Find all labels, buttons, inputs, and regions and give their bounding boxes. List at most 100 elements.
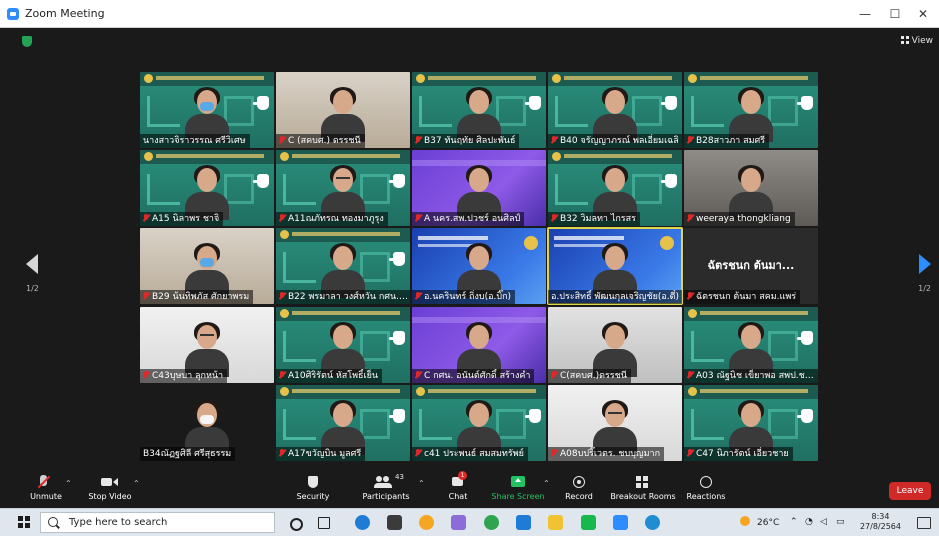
participant-tile[interactable]: B32 วิมลทา ไกรสร: [548, 150, 682, 226]
participant-video: [457, 243, 501, 298]
unmute-button[interactable]: Unmute: [28, 475, 64, 501]
reactions-button[interactable]: Reactions: [686, 475, 726, 501]
stop-video-button[interactable]: Stop Video: [87, 475, 133, 501]
previous-page-arrow-icon[interactable]: [26, 254, 38, 274]
line-app-icon[interactable]: [581, 515, 596, 530]
keyboard-icon[interactable]: ▭: [836, 517, 845, 527]
chalk-drawing-decoration: [555, 96, 588, 127]
participant-video: [321, 322, 365, 377]
school-logo-icon: [552, 74, 561, 83]
participant-tile[interactable]: C (สคบศ.) ดรรชนี: [276, 72, 410, 148]
bowtie-app-icon[interactable]: [451, 515, 466, 530]
camera-app-icon[interactable]: [645, 515, 660, 530]
participant-tile[interactable]: A10ศิริรัตน์ หัสโพธิ์เย็น: [276, 307, 410, 383]
muted-mic-icon: [415, 136, 421, 144]
participant-name: อ.ประสิทธิ์ พัฒนกุลเจริญชัย(อ.ตี๋): [551, 292, 679, 302]
participant-tile[interactable]: C กศน. อนันต์ศักดิ์ สร้างคำ: [412, 307, 546, 383]
share-options-chevron-icon[interactable]: ⌃: [543, 479, 550, 488]
school-logo-icon: [280, 230, 289, 239]
participant-tile[interactable]: B40 จรัญญาภรณ์ พลเอี่ยมเฉลิ: [548, 72, 682, 148]
participants-label: Participants: [362, 492, 410, 501]
participant-tile[interactable]: c41 ประพนธ์ สมสมทรัพย์: [412, 385, 546, 461]
volume-icon[interactable]: ◁: [820, 517, 827, 527]
participant-name: ฉัตรชนก ต้นมา สคม.แพร่: [696, 292, 797, 302]
school-logo-icon: [280, 387, 289, 396]
participant-tile[interactable]: B29 น้นทิพภัส ศักยาพรม: [140, 228, 274, 304]
video-options-chevron-icon[interactable]: ⌃: [133, 479, 140, 488]
participant-tile[interactable]: B28สาวภา สมศรี: [684, 72, 818, 148]
participant-name-tag: weeraya thongkliang: [684, 212, 795, 226]
task-view-icon[interactable]: [318, 517, 330, 529]
participant-video: [185, 322, 229, 377]
breakout-rooms-button[interactable]: Breakout Rooms: [609, 475, 677, 501]
leave-button[interactable]: Leave: [889, 482, 931, 500]
file-explorer-icon[interactable]: [548, 515, 563, 530]
participant-tile[interactable]: weeraya thongkliang: [684, 150, 818, 226]
raised-hand-icon: [389, 331, 405, 345]
cortana-icon[interactable]: [290, 518, 303, 531]
taskbar-clock[interactable]: 8:34 27/8/2564: [860, 512, 901, 532]
participant-name-tag: C กศน. อนันต์ศักดิ์ สร้างคำ: [412, 369, 535, 383]
participant-tile[interactable]: A17ขวัญบิน มูลศรี: [276, 385, 410, 461]
chalk-drawing-decoration: [147, 174, 180, 205]
participant-tile[interactable]: C47 นิภารัตน์ เอี่ยวชาย: [684, 385, 818, 461]
participants-button[interactable]: 43 Participants: [362, 473, 410, 501]
participant-tile[interactable]: อ.นครินทร์ ถิ่งบ(อ.บิ๊ก): [412, 228, 546, 304]
maximize-button[interactable]: ☐: [883, 4, 907, 24]
next-page-arrow-icon[interactable]: [919, 254, 931, 274]
meeting-toolbar: Unmute ⌃ Stop Video ⌃ Security 43 Partic…: [0, 471, 939, 508]
encryption-shield-icon[interactable]: [22, 36, 32, 47]
muted-mic-icon: [415, 214, 421, 222]
minimize-button[interactable]: —: [853, 4, 877, 24]
orange-app-icon[interactable]: [419, 515, 434, 530]
participant-tile[interactable]: A11ณภัทรณ ทองมาภูรุง: [276, 150, 410, 226]
clock-time: 8:34: [871, 512, 890, 521]
windows-start-icon[interactable]: [18, 516, 30, 528]
zoom-taskbar-icon[interactable]: [613, 515, 628, 530]
video-gallery: View 1/2 1/2 นางสาวจิราวรรณ ศรีวิเศษ C (ส…: [0, 28, 939, 473]
participant-tile[interactable]: B37 ทันฤทัย ศิลปะพันธ์: [412, 72, 546, 148]
chat-button[interactable]: 1 Chat: [444, 471, 472, 501]
store-bag-icon[interactable]: [387, 515, 402, 530]
school-logo-icon: [416, 387, 425, 396]
participant-tile[interactable]: B34ณัฏฐศิลี ศรีสุธรรม: [140, 385, 274, 461]
participant-tile[interactable]: อ.ประสิทธิ์ พัฒนกุลเจริญชัย(อ.ตี๋): [547, 227, 683, 305]
audio-options-chevron-icon[interactable]: ⌃: [65, 479, 72, 488]
weather-temperature[interactable]: 26°C: [757, 518, 779, 528]
participant-tile[interactable]: B22 พรมาลา วงศ์หวัน กศน.ชร.: [276, 228, 410, 304]
reactions-label: Reactions: [686, 492, 726, 501]
participant-name: B22 พรมาลา วงศ์หวัน กศน.ชร.: [288, 292, 410, 302]
close-button[interactable]: ✕: [911, 4, 935, 24]
participant-name-tag: นางสาวจิราวรรณ ศรีวิเศษ: [140, 134, 250, 148]
edge-browser-icon[interactable]: [355, 515, 370, 530]
chrome-icon[interactable]: [484, 515, 499, 530]
unmute-label: Unmute: [30, 492, 62, 501]
participants-chevron-icon[interactable]: ⌃: [418, 479, 425, 488]
record-button[interactable]: Record: [562, 475, 596, 501]
network-icon[interactable]: ◔: [805, 517, 813, 527]
participant-tile[interactable]: A03 ณัฐนิช เข็ยาพอ สพป.ชบ.3: [684, 307, 818, 383]
participant-tile[interactable]: A15 นิลาพร ชาจิ: [140, 150, 274, 226]
participant-tile[interactable]: A08บปริ๊เวตร. ชบบุญมาก: [548, 385, 682, 461]
breakout-rooms-label: Breakout Rooms: [610, 492, 676, 501]
notification-center-icon[interactable]: [917, 517, 931, 529]
chat-unread-badge: 1: [458, 471, 467, 480]
participant-tile[interactable]: C(สคบศ.)ดรรชนี: [548, 307, 682, 383]
banner-decoration: [564, 76, 672, 80]
taskbar-search-box[interactable]: Type here to search: [40, 512, 275, 533]
raised-hand-icon: [661, 174, 677, 188]
tray-chevron-icon[interactable]: ⌃: [790, 517, 798, 527]
participant-name-tag: B29 น้นทิพภัส ศักยาพรม: [140, 290, 254, 304]
participant-tile[interactable]: นางสาวจิราวรรณ ศรีวิเศษ: [140, 72, 274, 148]
participant-name-tag: A15 นิลาพร ชาจิ: [140, 212, 224, 226]
participant-tile[interactable]: ฉัตรชนก ต้นมา... ฉัตรชนก ต้นมา สคม.แพร่: [684, 228, 818, 304]
mail-icon[interactable]: [516, 515, 531, 530]
weather-icon[interactable]: [740, 516, 752, 528]
security-button[interactable]: Security: [295, 475, 331, 501]
view-button[interactable]: View: [900, 36, 933, 46]
share-screen-button[interactable]: Share Screen: [490, 475, 546, 501]
participant-tile[interactable]: C43บุษบา ลุกหน้า: [140, 307, 274, 383]
participant-tile[interactable]: A นคร.สพ.ปวชร์ อนศิลป์: [412, 150, 546, 226]
window-title: Zoom Meeting: [25, 7, 105, 20]
participant-video: [321, 165, 365, 220]
